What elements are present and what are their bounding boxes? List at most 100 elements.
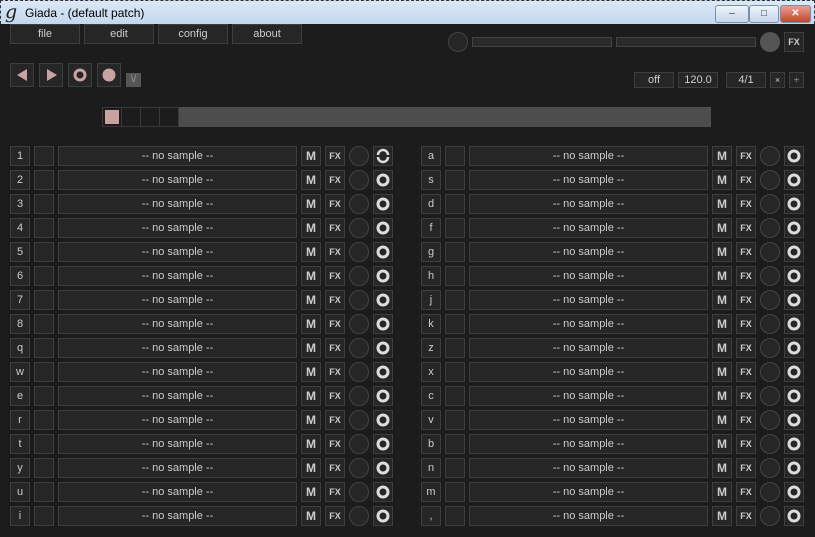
channel-fx-button[interactable]: FX bbox=[736, 506, 756, 526]
menu-about[interactable]: about bbox=[232, 24, 302, 44]
channel-volume-knob[interactable] bbox=[349, 194, 369, 214]
channel-mute-button[interactable]: M bbox=[712, 458, 732, 478]
menu-config[interactable]: config bbox=[158, 24, 228, 44]
channel-fx-button[interactable]: FX bbox=[325, 290, 345, 310]
channel-sample-button[interactable]: -- no sample -- bbox=[469, 290, 708, 310]
channel-mute-button[interactable]: M bbox=[712, 506, 732, 526]
channel-status-button[interactable] bbox=[445, 146, 465, 166]
channel-mute-button[interactable]: M bbox=[301, 314, 321, 334]
channel-sample-button[interactable]: -- no sample -- bbox=[58, 314, 297, 334]
channel-fx-button[interactable]: FX bbox=[325, 458, 345, 478]
channel-volume-knob[interactable] bbox=[349, 218, 369, 238]
channel-status-button[interactable] bbox=[34, 362, 54, 382]
channel-sample-button[interactable]: -- no sample -- bbox=[469, 506, 708, 526]
channel-mode-button[interactable] bbox=[373, 290, 393, 310]
channel-sample-button[interactable]: -- no sample -- bbox=[58, 410, 297, 430]
channel-status-button[interactable] bbox=[445, 218, 465, 238]
channel-volume-knob[interactable] bbox=[349, 482, 369, 502]
channel-mute-button[interactable]: M bbox=[301, 170, 321, 190]
channel-fx-button[interactable]: FX bbox=[325, 266, 345, 286]
channel-mode-button[interactable] bbox=[784, 362, 804, 382]
channel-volume-knob[interactable] bbox=[349, 506, 369, 526]
channel-mute-button[interactable]: M bbox=[301, 434, 321, 454]
channel-mode-button[interactable] bbox=[784, 506, 804, 526]
channel-sample-button[interactable]: -- no sample -- bbox=[58, 386, 297, 406]
channel-sample-button[interactable]: -- no sample -- bbox=[58, 290, 297, 310]
channel-mute-button[interactable]: M bbox=[712, 482, 732, 502]
channel-sample-button[interactable]: -- no sample -- bbox=[469, 410, 708, 430]
channel-sample-button[interactable]: -- no sample -- bbox=[58, 362, 297, 382]
channel-mode-button[interactable] bbox=[784, 218, 804, 238]
channel-mute-button[interactable]: M bbox=[301, 482, 321, 502]
channel-status-button[interactable] bbox=[34, 218, 54, 238]
channel-sample-button[interactable]: -- no sample -- bbox=[469, 314, 708, 334]
channel-sample-button[interactable]: -- no sample -- bbox=[469, 242, 708, 262]
channel-status-button[interactable] bbox=[445, 170, 465, 190]
channel-status-button[interactable] bbox=[34, 506, 54, 526]
minimize-button[interactable]: – bbox=[715, 5, 749, 23]
channel-volume-knob[interactable] bbox=[760, 266, 780, 286]
channel-fx-button[interactable]: FX bbox=[325, 410, 345, 430]
channel-sample-button[interactable]: -- no sample -- bbox=[469, 194, 708, 214]
channel-mute-button[interactable]: M bbox=[712, 266, 732, 286]
channel-status-button[interactable] bbox=[445, 338, 465, 358]
channel-volume-knob[interactable] bbox=[760, 386, 780, 406]
channel-mode-button[interactable] bbox=[373, 266, 393, 286]
channel-mute-button[interactable]: M bbox=[712, 362, 732, 382]
channel-mode-button[interactable] bbox=[784, 458, 804, 478]
channel-sample-button[interactable]: -- no sample -- bbox=[58, 458, 297, 478]
channel-mode-button[interactable] bbox=[373, 386, 393, 406]
channel-volume-knob[interactable] bbox=[760, 170, 780, 190]
channel-fx-button[interactable]: FX bbox=[736, 386, 756, 406]
channel-fx-button[interactable]: FX bbox=[736, 434, 756, 454]
channel-fx-button[interactable]: FX bbox=[325, 242, 345, 262]
channel-volume-knob[interactable] bbox=[760, 458, 780, 478]
channel-fx-button[interactable]: FX bbox=[736, 362, 756, 382]
channel-sample-button[interactable]: -- no sample -- bbox=[58, 506, 297, 526]
channel-volume-knob[interactable] bbox=[349, 338, 369, 358]
channel-mute-button[interactable]: M bbox=[712, 146, 732, 166]
channel-status-button[interactable] bbox=[34, 242, 54, 262]
output-volume-knob[interactable] bbox=[760, 32, 780, 52]
channel-mode-button[interactable] bbox=[373, 482, 393, 502]
channel-mute-button[interactable]: M bbox=[712, 434, 732, 454]
channel-mode-button[interactable] bbox=[373, 314, 393, 334]
beats-button[interactable]: 4/1 bbox=[726, 72, 766, 88]
channel-fx-button[interactable]: FX bbox=[325, 146, 345, 166]
channel-mode-button[interactable] bbox=[784, 266, 804, 286]
play-button[interactable] bbox=[39, 63, 63, 87]
channel-sample-button[interactable]: -- no sample -- bbox=[469, 218, 708, 238]
channel-mode-button[interactable] bbox=[373, 218, 393, 238]
channel-mute-button[interactable]: M bbox=[712, 170, 732, 190]
channel-status-button[interactable] bbox=[445, 434, 465, 454]
channel-status-button[interactable] bbox=[34, 170, 54, 190]
channel-fx-button[interactable]: FX bbox=[325, 338, 345, 358]
channel-mode-button[interactable] bbox=[373, 170, 393, 190]
channel-status-button[interactable] bbox=[34, 410, 54, 430]
channel-volume-knob[interactable] bbox=[349, 434, 369, 454]
channel-status-button[interactable] bbox=[34, 386, 54, 406]
channel-mute-button[interactable]: M bbox=[301, 266, 321, 286]
channel-mode-button[interactable] bbox=[784, 410, 804, 430]
channel-mode-button[interactable] bbox=[784, 338, 804, 358]
channel-sample-button[interactable]: -- no sample -- bbox=[469, 146, 708, 166]
channel-fx-button[interactable]: FX bbox=[736, 170, 756, 190]
channel-mode-button[interactable] bbox=[373, 146, 393, 166]
channel-volume-knob[interactable] bbox=[349, 266, 369, 286]
channel-mode-button[interactable] bbox=[373, 458, 393, 478]
channel-fx-button[interactable]: FX bbox=[325, 506, 345, 526]
channel-fx-button[interactable]: FX bbox=[736, 146, 756, 166]
channel-volume-knob[interactable] bbox=[349, 314, 369, 334]
channel-status-button[interactable] bbox=[34, 434, 54, 454]
channel-sample-button[interactable]: -- no sample -- bbox=[58, 146, 297, 166]
channel-status-button[interactable] bbox=[445, 290, 465, 310]
channel-mode-button[interactable] bbox=[784, 146, 804, 166]
channel-status-button[interactable] bbox=[34, 314, 54, 334]
channel-status-button[interactable] bbox=[445, 458, 465, 478]
channel-fx-button[interactable]: FX bbox=[736, 218, 756, 238]
channel-mute-button[interactable]: M bbox=[301, 146, 321, 166]
close-button[interactable]: ✕ bbox=[780, 5, 811, 23]
channel-mute-button[interactable]: M bbox=[301, 506, 321, 526]
channel-mute-button[interactable]: M bbox=[301, 362, 321, 382]
channel-status-button[interactable] bbox=[34, 338, 54, 358]
